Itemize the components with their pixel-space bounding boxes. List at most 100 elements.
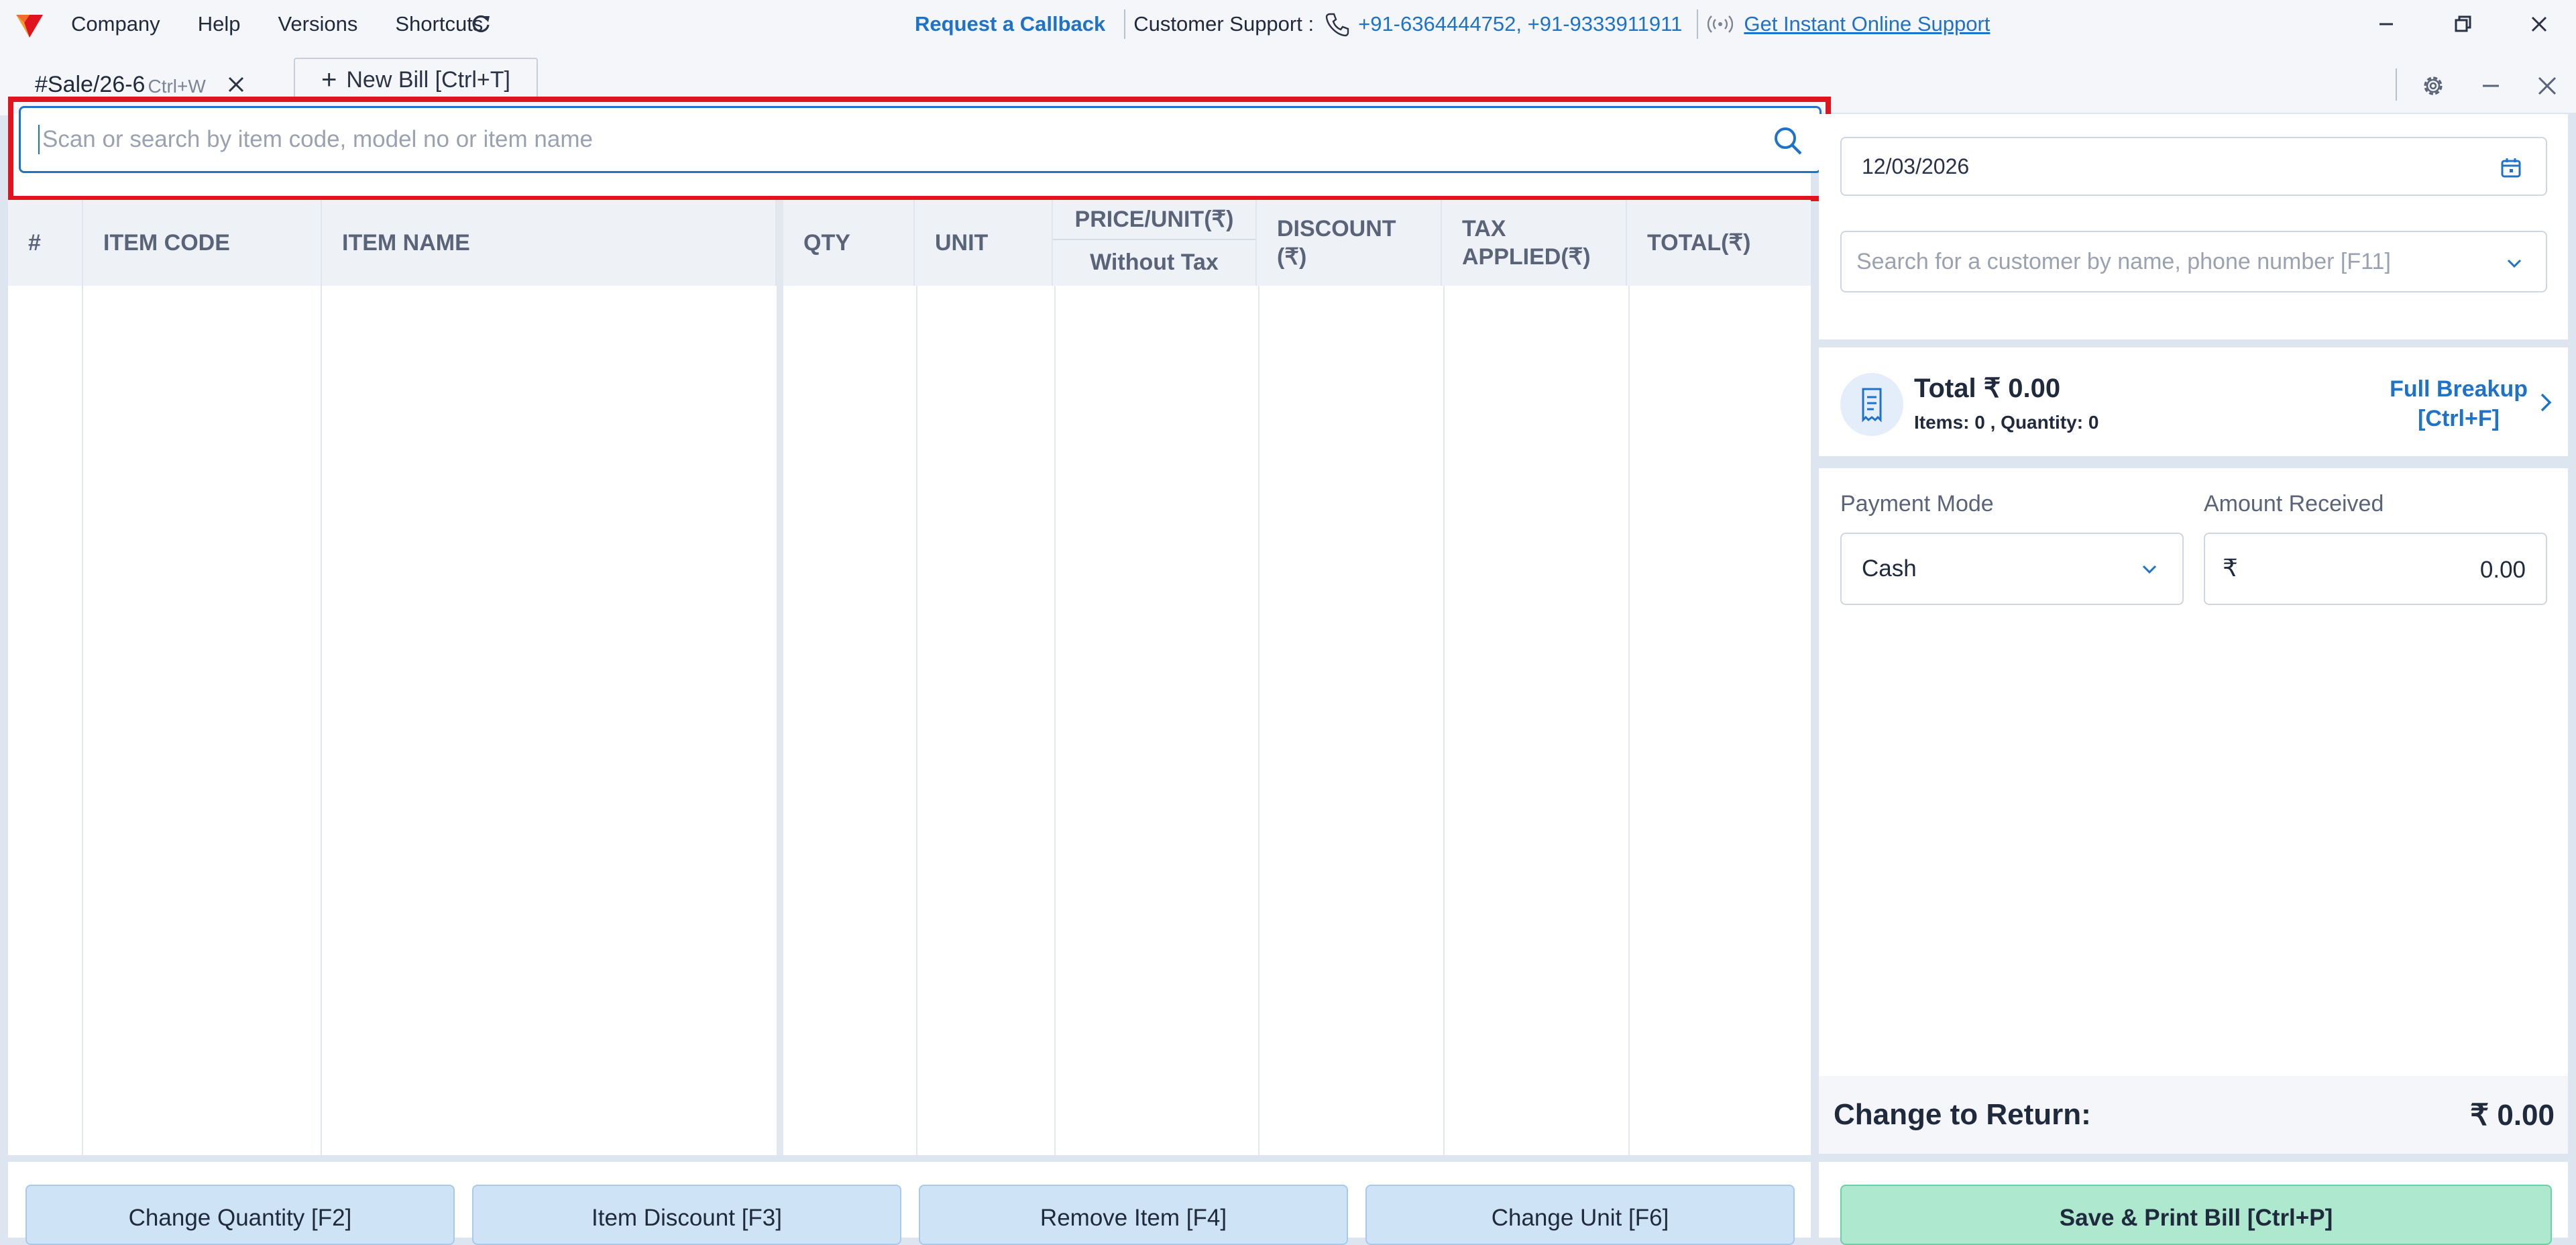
col-tax-unit: APPLIED(₹) (1462, 244, 1591, 270)
col-price-top: PRICE/UNIT(₹) (1053, 200, 1255, 240)
bill-total: Total ₹ 0.00 (1914, 374, 2061, 403)
tab-title: #Sale/26-6 (35, 71, 146, 97)
col-item-code: ITEM CODE (83, 200, 322, 286)
search-highlight-frame (8, 97, 1831, 201)
payment-card: Payment Mode Amount Received Cash ₹ 0.00… (1819, 468, 2568, 1154)
column-divider (1258, 286, 1259, 1155)
change-unit-button[interactable]: Change Unit [F6] (1365, 1185, 1795, 1245)
col-number: # (8, 200, 83, 286)
bill-item-quantity-summary: Items: 0 , Quantity: 0 (1914, 412, 2099, 433)
request-callback-link[interactable]: Request a Callback (915, 12, 1105, 36)
minimize-window-icon[interactable] (2370, 8, 2402, 40)
full-breakup-link[interactable]: Full Breakup [Ctrl+F] (2390, 374, 2528, 433)
change-quantity-button[interactable]: Change Quantity [F2] (25, 1185, 455, 1245)
restore-window-icon[interactable] (2447, 8, 2479, 40)
item-search-input[interactable] (41, 125, 1718, 154)
amount-received-field[interactable]: ₹ 0.00 (2204, 533, 2547, 605)
phone-icon (1325, 13, 1349, 37)
new-bill-button[interactable]: + New Bill [Ctrl+T] (294, 58, 538, 102)
calendar-icon[interactable] (2499, 156, 2523, 180)
col-qty: QTY (777, 200, 915, 286)
item-action-bar: Change Quantity [F2] Item Discount [F3] … (8, 1162, 1811, 1245)
col-discount: DISCOUNT (₹) (1257, 200, 1442, 286)
column-divider (1443, 286, 1445, 1155)
customer-search-placeholder: Search for a customer by name, phone num… (1856, 248, 2391, 274)
items-table-body (8, 286, 1811, 1155)
chevron-down-icon[interactable] (2139, 559, 2160, 580)
col-unit: UNIT (915, 200, 1053, 286)
close-tab-icon[interactable] (226, 74, 246, 95)
support-area: Request a Callback Customer Support : +9… (915, 0, 1990, 48)
remove-item-button[interactable]: Remove Item [F4] (919, 1185, 1348, 1245)
column-divider (82, 286, 83, 1155)
col-discount-unit: (₹) (1277, 244, 1307, 270)
broadcast-icon (1707, 15, 1734, 33)
plus-icon: + (321, 64, 337, 95)
col-item-name: ITEM NAME (322, 200, 777, 286)
close-bill-icon[interactable] (2532, 71, 2562, 101)
full-breakup-label: Full Breakup (2390, 376, 2528, 402)
column-resize-handle[interactable] (777, 200, 783, 1155)
col-price-bottom: Without Tax (1090, 249, 1219, 275)
column-divider (1628, 286, 1630, 1155)
col-total-label: TOTAL(₹) (1647, 230, 1751, 256)
change-to-return-value: ₹ 0.00 (2470, 1098, 2555, 1132)
text-caret (38, 125, 40, 154)
receipt-icon (1840, 373, 1903, 436)
col-tax-applied: TAX APPLIED(₹) (1442, 200, 1627, 286)
col-number-label: # (28, 229, 41, 256)
bill-details-card: 12/03/2026 Search for a customer by name… (1819, 114, 2568, 339)
save-print-bill-button[interactable]: Save & Print Bill [Ctrl+P] (1840, 1185, 2552, 1245)
menu-company[interactable]: Company (71, 12, 160, 36)
title-bar: Company Help Versions Shortcuts Request … (0, 0, 2576, 48)
customer-support-label: Customer Support : (1133, 12, 1314, 36)
col-unit-label: UNIT (935, 229, 989, 256)
item-discount-button[interactable]: Item Discount [F3] (472, 1185, 901, 1245)
change-to-return-row: Change to Return: ₹ 0.00 (1819, 1076, 2568, 1154)
payment-mode-label: Payment Mode (1840, 491, 1994, 517)
support-phone-numbers[interactable]: +91-6364444752, +91-9333911911 (1358, 12, 1682, 36)
column-divider (321, 286, 322, 1155)
chevron-down-icon[interactable] (2504, 254, 2524, 274)
menu-help[interactable]: Help (198, 12, 241, 36)
divider (1124, 9, 1126, 39)
items-panel: # ITEM CODE ITEM NAME QTY UNIT PRICE/UNI… (8, 97, 1831, 1155)
bill-date-value: 12/03/2026 (1862, 154, 1970, 178)
col-total: TOTAL(₹) (1627, 200, 1811, 286)
col-qty-label: QTY (803, 229, 850, 256)
payment-mode-value: Cash (1862, 555, 1917, 582)
column-divider (1054, 286, 1056, 1155)
app-logo-icon (16, 15, 43, 38)
receipt-icon-graphic (1862, 388, 1882, 423)
amount-received-value: 0.00 (2479, 557, 2526, 583)
instant-online-support-link[interactable]: Get Instant Online Support (1744, 12, 1990, 36)
search-icon[interactable] (1771, 124, 1805, 158)
change-to-return-label: Change to Return: (1834, 1098, 2091, 1131)
menu-versions[interactable]: Versions (278, 12, 357, 36)
new-bill-label: New Bill [Ctrl+T] (346, 66, 510, 93)
items-table-header: # ITEM CODE ITEM NAME QTY UNIT PRICE/UNI… (8, 200, 1811, 286)
menu-bar: Company Help Versions Shortcuts (71, 0, 520, 48)
bill-date-field[interactable]: 12/03/2026 (1840, 137, 2547, 196)
item-search-box[interactable] (19, 106, 1822, 173)
col-tax-label: TAX (1462, 216, 1506, 241)
divider (1697, 9, 1699, 39)
col-item-code-label: ITEM CODE (103, 229, 230, 256)
bill-total-card: Total ₹ 0.00 Items: 0 , Quantity: 0 Full… (1819, 347, 2568, 456)
customer-search-field[interactable]: Search for a customer by name, phone num… (1840, 231, 2547, 292)
divider (2396, 68, 2397, 101)
column-divider (916, 286, 917, 1155)
col-discount-label: DISCOUNT (1277, 216, 1396, 241)
tab-shortcut: Ctrl+W (148, 76, 206, 97)
close-window-icon[interactable] (2523, 8, 2555, 40)
gear-icon[interactable] (2418, 71, 2448, 101)
currency-symbol: ₹ (2223, 554, 2238, 582)
col-item-name-label: ITEM NAME (342, 229, 470, 256)
amount-received-label: Amount Received (2204, 491, 2384, 517)
payment-mode-select[interactable]: Cash (1840, 533, 2184, 605)
refresh-icon[interactable] (469, 12, 492, 35)
minimize-tab-icon[interactable] (2476, 71, 2506, 101)
chevron-right-icon[interactable] (2536, 389, 2556, 416)
full-breakup-shortcut: [Ctrl+F] (2418, 406, 2500, 431)
col-price-unit: PRICE/UNIT(₹) Without Tax (1053, 200, 1257, 286)
